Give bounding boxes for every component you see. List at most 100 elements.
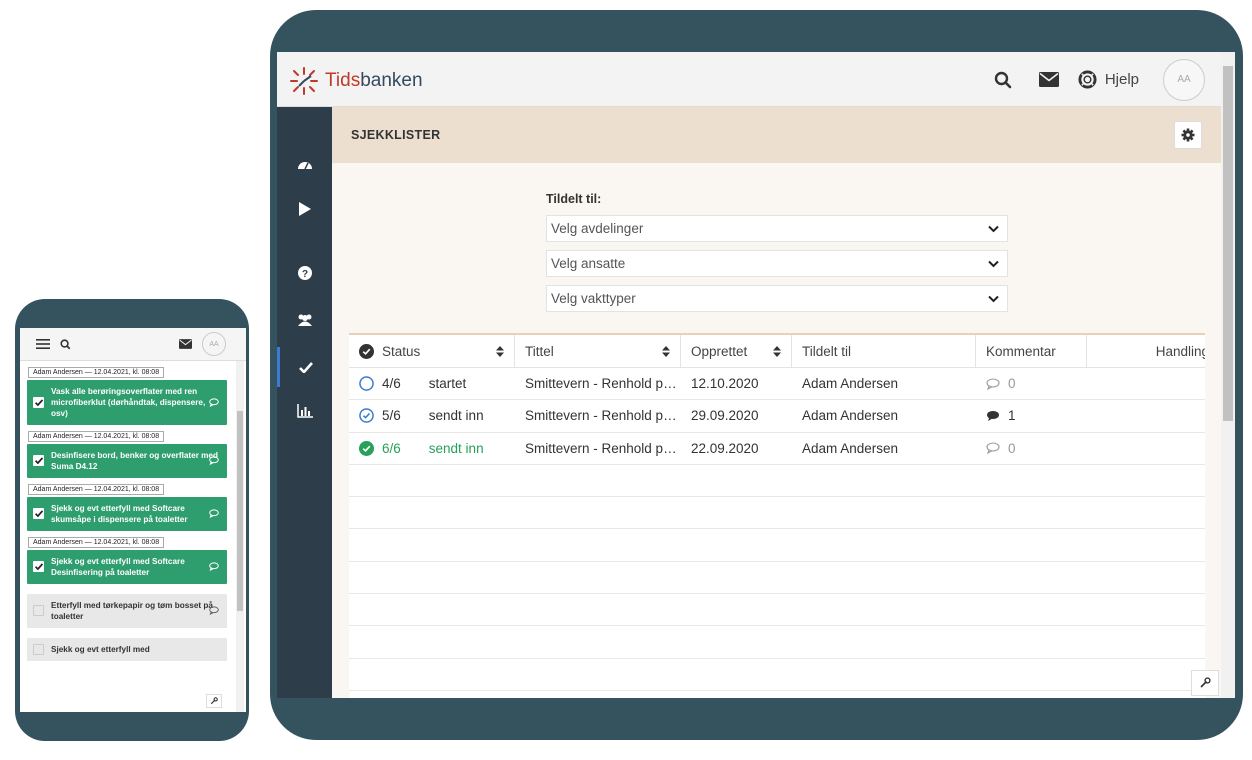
checkbox-checked[interactable]: [33, 455, 44, 466]
sidebar-item-dashboard[interactable]: [277, 144, 332, 184]
table-row[interactable]: 5/6 sendt inn Smittevern - Renhold p… 29…: [349, 400, 1205, 433]
wrench-icon: [210, 697, 218, 705]
table-row[interactable]: 6/6 sendt inn Smittevern - Renhold p… 22…: [349, 433, 1205, 465]
checkbox-checked[interactable]: [33, 396, 44, 408]
page-scrollbar[interactable]: [1221, 52, 1235, 698]
empty-row: [349, 529, 1205, 562]
user-avatar[interactable]: AA: [202, 332, 226, 356]
task-meta: Adam Andersen — 12.04.2021, kl. 08:08: [28, 537, 165, 548]
task-meta: Adam Andersen — 12.04.2021, kl. 08:08: [28, 484, 165, 495]
row-assigned: Adam Andersen: [802, 440, 899, 456]
user-avatar[interactable]: AA: [1163, 58, 1205, 101]
task-item[interactable]: Etterfyll med tørkepapir og tøm bosset p…: [27, 594, 227, 628]
row-progress: 4/6: [382, 376, 401, 392]
comment-outline-icon: [986, 442, 1000, 455]
help-link[interactable]: Hjelp: [1078, 70, 1139, 89]
gear-icon: [1181, 128, 1195, 142]
logo[interactable]: Tidsbanken: [289, 66, 423, 96]
comment-outline-icon[interactable]: [209, 606, 219, 615]
svg-text:?: ?: [301, 269, 307, 280]
task-item[interactable]: Vask alle berøringsoverflater med ren mi…: [27, 380, 227, 425]
phone-top-bar: AA: [20, 328, 246, 361]
column-assigned[interactable]: Tildelt til: [792, 335, 976, 367]
scrollbar-thumb[interactable]: [237, 411, 243, 611]
column-created[interactable]: Opprettet: [681, 335, 792, 367]
column-comment[interactable]: Kommentar: [976, 335, 1087, 367]
check-icon: [299, 361, 313, 373]
row-assigned: Adam Andersen: [802, 376, 899, 392]
settings-button[interactable]: [1174, 121, 1202, 149]
sidebar-item-checklists[interactable]: [277, 347, 332, 387]
task-item[interactable]: Sjekk og evt etterfyll med: [27, 638, 227, 661]
search-icon[interactable]: [60, 338, 71, 350]
sort-icon: [496, 345, 504, 357]
comment-outline-icon[interactable]: [209, 509, 219, 518]
phone-screen: AA Adam Andersen — 12.04.2021, kl. 08:08…: [20, 328, 246, 712]
chevron-down-icon: [988, 260, 999, 267]
employee-select[interactable]: Velg ansatte: [546, 250, 1008, 277]
column-status[interactable]: Status: [349, 335, 515, 367]
column-title-label: Tittel: [525, 343, 554, 359]
task-text: Desinfisere bord, benker og overflater m…: [51, 451, 218, 471]
envelope-icon[interactable]: [179, 339, 192, 349]
check-icon: [34, 510, 43, 517]
row-comment-count: 1: [1008, 408, 1016, 424]
row-comment-count: 0: [1008, 376, 1016, 392]
comment-outline-icon: [986, 378, 1000, 390]
checkbox-unchecked[interactable]: [33, 605, 44, 616]
checklist-table: Status Tittel Opprettet Tildelt til Komm…: [349, 333, 1205, 698]
column-status-label: Status: [382, 343, 421, 359]
checkbox-checked[interactable]: [33, 508, 44, 519]
sort-icon: [773, 345, 781, 357]
empty-row: [349, 465, 1205, 498]
table-row[interactable]: 4/6 startet Smittevern - Renhold p… 12.1…: [349, 368, 1205, 401]
chevron-down-icon: [988, 295, 999, 302]
department-select-value: Velg avdelinger: [551, 221, 644, 236]
sidebar-item-reports[interactable]: [277, 391, 332, 431]
column-action[interactable]: Handling: [1087, 335, 1205, 367]
row-progress: 6/6: [382, 440, 401, 456]
comment-outline-icon[interactable]: [209, 397, 219, 407]
question-icon: ?: [297, 266, 312, 280]
task-text: Sjekk og evt etterfyll med: [51, 645, 150, 654]
row-comment-count: 0: [1008, 440, 1016, 456]
messages-button[interactable]: [1026, 52, 1072, 107]
sidebar-item-help[interactable]: ?: [277, 253, 332, 293]
empty-row: [349, 562, 1205, 595]
table-header: Status Tittel Opprettet Tildelt til Komm…: [349, 335, 1205, 368]
chart-icon: [296, 404, 313, 418]
sidebar: ?: [277, 107, 332, 698]
tools-button[interactable]: [1191, 670, 1219, 696]
checkbox-checked[interactable]: [33, 561, 44, 572]
clock-logo-icon: [290, 67, 318, 95]
wrench-icon: [1200, 677, 1211, 688]
scrollbar-thumb[interactable]: [1223, 66, 1233, 421]
envelope-icon: [1038, 72, 1059, 87]
department-select[interactable]: Velg avdelinger: [546, 215, 1008, 242]
row-created: 22.09.2020: [691, 440, 759, 456]
lifebuoy-icon: [1078, 70, 1097, 89]
phone-scrollbar[interactable]: [236, 361, 244, 712]
task-item[interactable]: Sjekk og evt etterfyll med Softcare Desi…: [27, 550, 227, 584]
shift-type-select[interactable]: Velg vakttyper: [546, 285, 1008, 312]
comment-outline-icon[interactable]: [209, 562, 219, 571]
brand-part1: Tids: [325, 70, 361, 91]
hamburger-menu-icon[interactable]: [36, 339, 50, 349]
tablet-screen: Tidsbanken Hjelp AA ? SJEKKLISTER Tildel…: [277, 52, 1235, 698]
sidebar-item-users[interactable]: [277, 300, 332, 340]
filters-label: Tildelt til:: [546, 192, 602, 206]
check-icon: [34, 457, 43, 464]
sidebar-item-play[interactable]: [277, 189, 332, 229]
search-button[interactable]: [980, 52, 1026, 107]
tools-button[interactable]: [206, 694, 222, 708]
task-item[interactable]: Desinfisere bord, benker og overflater m…: [27, 444, 227, 478]
checkbox-unchecked[interactable]: [33, 643, 44, 655]
help-label: Hjelp: [1104, 71, 1139, 88]
task-item[interactable]: Sjekk og evt etterfyll med Softcare skum…: [27, 497, 227, 531]
task-meta: Adam Andersen — 12.04.2021, kl. 08:08: [28, 431, 165, 442]
row-created: 12.10.2020: [691, 376, 759, 392]
row-progress: 5/6: [382, 408, 401, 424]
column-title[interactable]: Tittel: [515, 335, 681, 367]
comment-outline-icon[interactable]: [209, 456, 219, 465]
check-circle-icon: [359, 343, 374, 359]
